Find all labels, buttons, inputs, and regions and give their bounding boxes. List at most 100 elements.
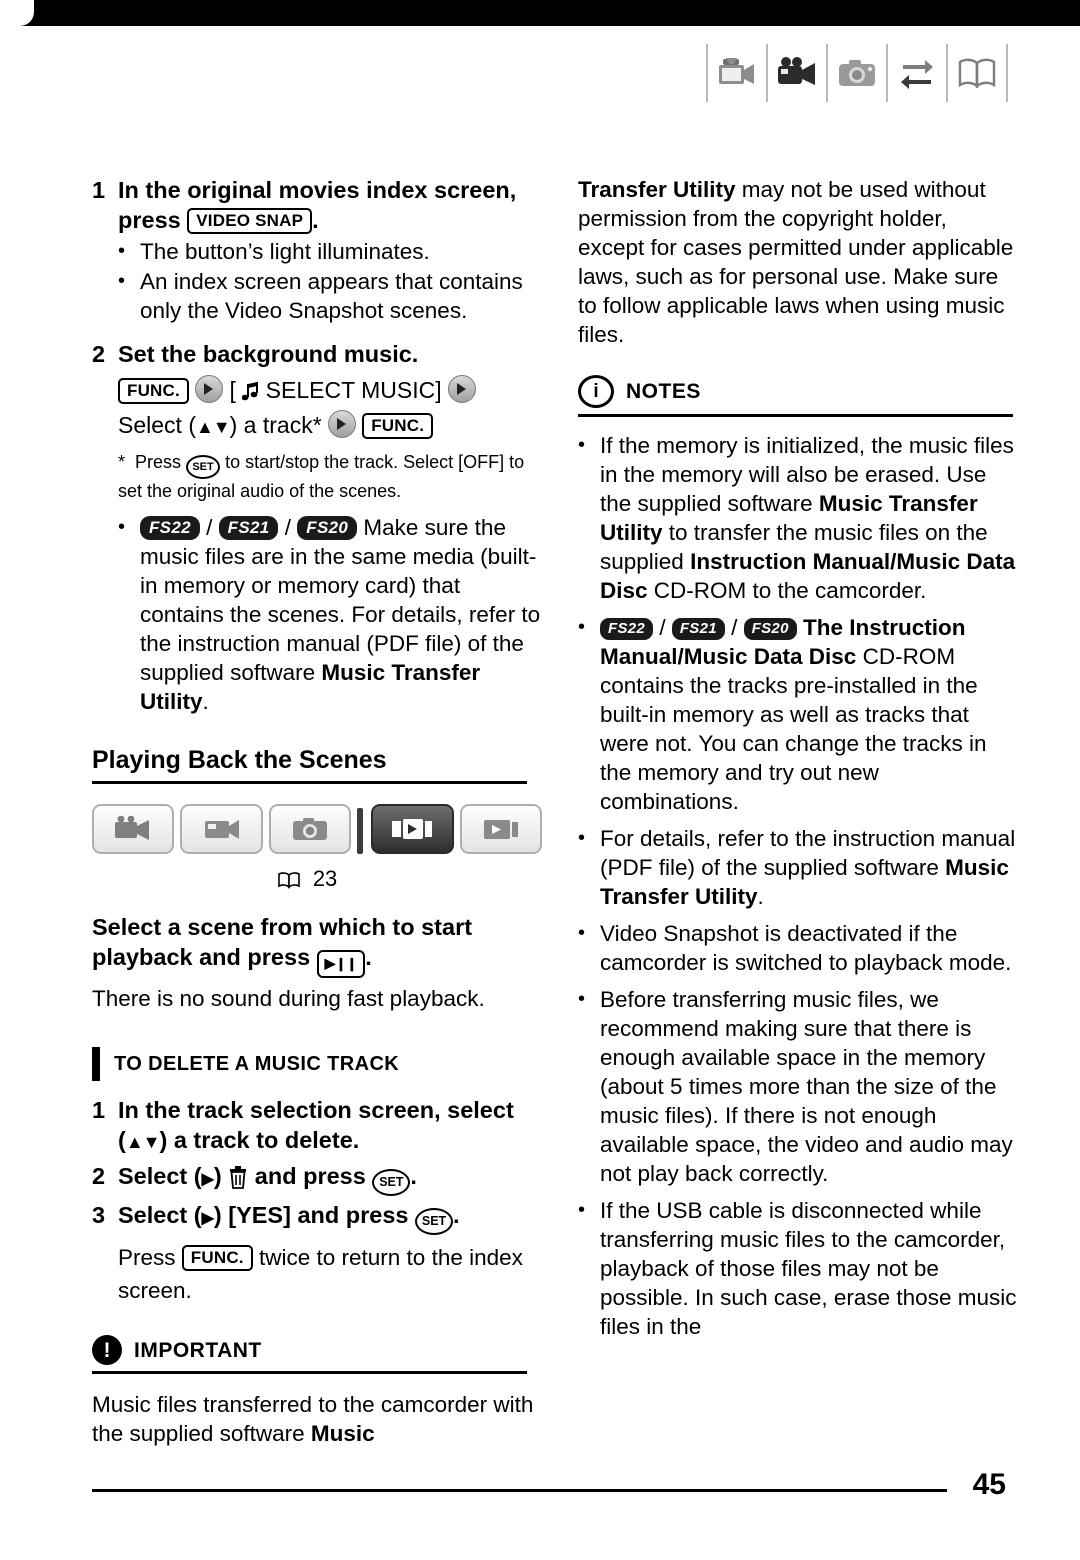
continued-text: may not be used without permission from … [578,177,1014,347]
note-text: Before transferring music files, we reco… [600,987,1013,1186]
note-text: If the memory is initialized, the music … [600,431,1018,605]
page-number: 45 [972,1468,1006,1501]
delete-step-2: 2 Select (▶) and press SET. [92,1161,542,1196]
play-pause-button-icon: ▶❙❙ [316,950,366,978]
list-item: • Video Snapshot is deactivated if the c… [578,919,1018,977]
subhead-bar [92,1047,100,1081]
slash: / [206,515,213,540]
mode-tab-row [92,804,542,854]
bullet-dot-icon: • [578,434,586,456]
menu-path-line-2: Select (▲▼) a track* FUNC. [118,408,542,444]
tab-movie-play[interactable] [92,804,175,854]
step-1-period: . [312,207,319,233]
trash-icon [228,1165,248,1196]
transfer-icon [886,44,946,102]
delete-step-1-text: In the track selection screen, select (▲… [118,1097,514,1153]
note-part: CD-ROM contains the tracks pre-installed… [600,644,987,814]
left-column: 1 In the original movies index screen, p… [92,175,542,1448]
step-2-number: 2 [92,341,106,367]
header-icon-strip [706,44,1008,102]
list-item: • FS22 / FS21 / FS20 Make sure the music… [118,513,542,716]
note-text: If the USB cable is disconnected while t… [600,1198,1017,1339]
list-item: • FS22 / FS21 / FS20 The Instruction Man… [578,613,1018,816]
cross-reference-page: 23 [312,866,338,891]
delete-step-2-period: . [410,1163,417,1189]
continued-paragraph: Transfer Utility may not be used without… [578,175,1018,349]
important-body: Music files transferred to the camcorder… [92,1390,542,1448]
photo-play-icon [483,820,518,839]
important-title: IMPORTANT [134,1338,262,1362]
bullet-dot-icon: • [118,240,126,262]
notes-title: NOTES [626,380,701,403]
right-column: Transfer Utility may not be used without… [578,175,1018,1342]
model-badge-fs22: FS22 [600,618,654,640]
tab-movie-record[interactable] [180,804,263,854]
select-track-label-a: Select ( [118,412,196,438]
music-note-icon [241,382,259,401]
manual-book-icon [277,867,301,896]
section-heading-playing-back: Playing Back the Scenes [92,746,527,784]
bullet-dot-icon: • [118,516,126,538]
model-badge-fs21: FS21 [218,516,279,540]
step-1-number: 1 [92,177,106,203]
photo-camera-icon [293,818,328,840]
tab-photo[interactable] [268,804,352,854]
delete-tail: Press FUNC. twice to return to the index… [118,1241,542,1307]
note-text: Video Snapshot is deactivated if the cam… [600,921,1012,975]
exclamation-icon: ! [92,1335,122,1365]
step-2: 2 Set the background music. [92,339,542,369]
bullet-text: The button’s light illuminates. [140,239,430,264]
joystick-right-icon [447,375,476,403]
manual-book-icon [946,44,1006,102]
step-1-bullets: • The button’s light illuminates. • An i… [118,237,542,325]
select-track-label-b: ) a track* [229,412,322,438]
list-item: • Before transferring music files, we re… [578,985,1018,1188]
model-badge-fs20: FS20 [297,516,358,540]
model-badge-fs22: FS22 [140,516,200,540]
func-key: FUNC. [181,1245,253,1271]
info-icon: i [578,375,614,408]
movie-record-icon [204,820,239,839]
tab-video-snapshot-play[interactable] [371,804,454,854]
video-snap-key: VIDEO SNAP [187,208,313,234]
delete-step-2-number: 2 [92,1163,106,1189]
list-item: • If the USB cable is disconnected while… [578,1196,1018,1341]
delete-tail-a: Press [118,1245,176,1270]
joystick-right-icon [195,375,224,403]
right-arrow-icon: ▶ [201,1210,214,1227]
movie-camera-icon [766,44,826,102]
joystick-right-icon [327,410,356,438]
movie-index-icon [115,816,150,840]
set-button-icon: SET [415,1208,454,1235]
playback-instruction-text: Select a scene from which to start playb… [92,914,473,970]
model-badge-fs20: FS20 [743,618,797,640]
delete-step-1-number: 1 [92,1097,106,1123]
up-down-arrows-icon: ▲▼ [195,417,231,437]
video-snapshot-play-icon [392,819,433,839]
note-part: . [757,884,764,909]
bullet-dot-icon: • [578,1199,586,1221]
func-key: FUNC. [362,413,434,439]
menu-path: FUNC. [ SELECT MUSIC] [118,373,542,408]
delete-step-3-period: . [453,1202,460,1228]
subhead-text: TO DELETE A MUSIC TRACK [114,1053,400,1075]
bullet-dot-icon: • [118,270,126,292]
func-key: FUNC. [118,378,189,404]
bullet-dot-icon: • [578,922,586,944]
model-badge-fs21: FS21 [671,618,725,640]
note-part: CD-ROM to the camcorder. [647,578,927,603]
important-body-bold: Music [310,1421,375,1446]
select-music-menu-label: [ SELECT MUSIC] [229,377,442,403]
top-black-bar [0,0,1080,26]
subheading-delete-music-track: TO DELETE A MUSIC TRACK [92,1047,542,1081]
bullet-dot-icon: • [578,616,586,638]
bullet-dot-icon: • [578,827,586,849]
delete-tail-b: twice to return to the index screen. [118,1245,523,1303]
right-arrow-icon: ▶ [201,1171,214,1188]
list-item: • For details, refer to the instruction … [578,824,1018,911]
delete-step-3-number: 3 [92,1202,106,1228]
tab-photo-play[interactable] [459,804,542,854]
bullet-text: An index screen appears that contains on… [140,269,523,323]
note-text: FS22 / FS21 / FS20 The Instruction Manua… [600,615,987,814]
slash: / [284,515,292,540]
